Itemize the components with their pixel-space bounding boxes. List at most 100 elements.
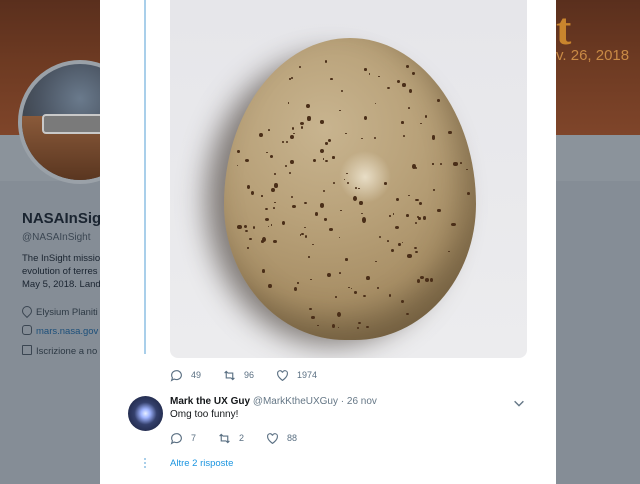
- like-action[interactable]: 88: [266, 432, 297, 445]
- egg-speckle: [300, 233, 304, 236]
- egg-speckle: [357, 322, 361, 325]
- egg-speckle: [368, 72, 371, 76]
- egg-speckle: [306, 103, 311, 109]
- egg-speckle: [261, 195, 264, 197]
- egg-speckle: [415, 198, 419, 201]
- egg-speckle: [324, 142, 329, 145]
- egg-speckle: [332, 181, 335, 184]
- egg-speckle: [451, 222, 456, 227]
- egg-speckle: [338, 272, 341, 274]
- egg-speckle: [309, 307, 312, 311]
- egg-speckle: [236, 164, 239, 167]
- egg-speckle: [424, 278, 429, 282]
- reply-action[interactable]: 49: [170, 369, 201, 382]
- egg-speckle: [407, 254, 412, 258]
- chevron-down-icon[interactable]: [512, 396, 526, 410]
- egg-speckle: [252, 225, 256, 229]
- egg-speckle: [322, 190, 326, 193]
- egg-speckle: [402, 83, 406, 88]
- profile-bio: The InSight missio evolution of terres M…: [22, 252, 102, 291]
- egg-speckle: [363, 294, 367, 298]
- egg-speckle: [459, 162, 462, 164]
- egg-speckle: [284, 165, 287, 168]
- calendar-icon: [22, 345, 32, 355]
- egg-speckle: [396, 80, 400, 84]
- egg-speckle: [358, 187, 360, 190]
- egg-speckle: [324, 218, 327, 221]
- egg-speckle: [361, 138, 363, 140]
- egg-speckle: [448, 130, 453, 135]
- tweet-photo-egg[interactable]: [170, 0, 527, 358]
- egg-speckle: [249, 237, 253, 241]
- egg-speckle: [406, 214, 410, 217]
- reply-count: 49: [191, 370, 202, 380]
- egg-speckle: [268, 283, 272, 289]
- reply-date[interactable]: 26 nov: [347, 396, 377, 407]
- more-replies-link[interactable]: Altre 2 risposte: [170, 458, 233, 469]
- egg-speckle: [401, 241, 404, 244]
- retweet-action[interactable]: 2: [218, 432, 244, 445]
- thread-dots: [144, 458, 146, 470]
- egg-speckle: [466, 168, 469, 171]
- egg-speckle: [312, 243, 315, 246]
- egg-speckle: [353, 195, 358, 201]
- egg-speckle: [401, 121, 404, 125]
- location-pin-icon: [19, 303, 35, 319]
- egg-speckle: [411, 164, 416, 169]
- egg-speckle: [313, 158, 317, 163]
- website-link[interactable]: mars.nasa.gov: [36, 326, 98, 337]
- egg-speckle: [319, 203, 325, 208]
- egg-speckle: [303, 226, 307, 229]
- egg-speckle: [366, 275, 370, 280]
- egg-speckle: [405, 65, 410, 69]
- egg-speckle: [391, 248, 395, 253]
- reply-author-handle[interactable]: @MarkKtheUXGuy: [253, 396, 338, 407]
- egg-speckle: [431, 135, 436, 140]
- egg-speckle: [345, 172, 348, 174]
- egg-speckle: [353, 291, 357, 294]
- egg-speckle: [358, 200, 363, 206]
- egg-speckle: [354, 187, 358, 190]
- egg-speckle: [330, 77, 333, 80]
- reply-avatar[interactable]: [128, 396, 163, 431]
- egg-speckle: [361, 212, 363, 214]
- egg-speckle: [247, 247, 250, 249]
- egg-speckle: [325, 159, 328, 162]
- tweet-actions: 49 96 1974: [170, 367, 347, 383]
- egg-speckle: [293, 132, 295, 134]
- egg-speckle: [361, 217, 367, 223]
- egg-speckle: [425, 115, 428, 118]
- egg-speckle: [389, 215, 391, 217]
- egg-speckle: [396, 197, 400, 202]
- egg-speckle: [299, 66, 302, 69]
- egg-speckle: [320, 120, 325, 124]
- egg-speckle: [383, 181, 388, 185]
- location-text: Elysium Planiti: [36, 307, 98, 318]
- egg-speckle: [291, 127, 295, 131]
- reply-icon: [170, 369, 182, 382]
- like-count: 1974: [297, 370, 318, 380]
- egg-speckle: [322, 158, 325, 160]
- retweet-action[interactable]: 96: [223, 369, 254, 382]
- reply-action[interactable]: 7: [170, 432, 196, 445]
- reply-header: Mark the UX Guy @MarkKtheUXGuy · 26 nov: [170, 396, 377, 407]
- like-action[interactable]: 1974: [276, 369, 317, 382]
- egg-speckle: [415, 251, 418, 254]
- profile-website[interactable]: mars.nasa.gov: [22, 325, 98, 337]
- egg-speckle: [285, 140, 288, 143]
- egg-speckle: [292, 204, 296, 208]
- egg-speckle: [376, 287, 379, 289]
- egg-speckle: [272, 207, 276, 209]
- egg-speckle: [418, 201, 422, 205]
- egg-speckle: [243, 224, 247, 228]
- egg-speckle: [386, 86, 390, 89]
- egg-speckle: [348, 286, 350, 289]
- reply-icon: [170, 432, 182, 445]
- egg-speckle: [467, 192, 471, 195]
- reply-author-name[interactable]: Mark the UX Guy: [170, 396, 250, 407]
- egg-speckle: [326, 272, 331, 278]
- egg-speckle: [289, 171, 292, 174]
- egg-speckle: [400, 299, 404, 304]
- heart-icon: [277, 369, 288, 381]
- egg-speckle: [346, 182, 349, 185]
